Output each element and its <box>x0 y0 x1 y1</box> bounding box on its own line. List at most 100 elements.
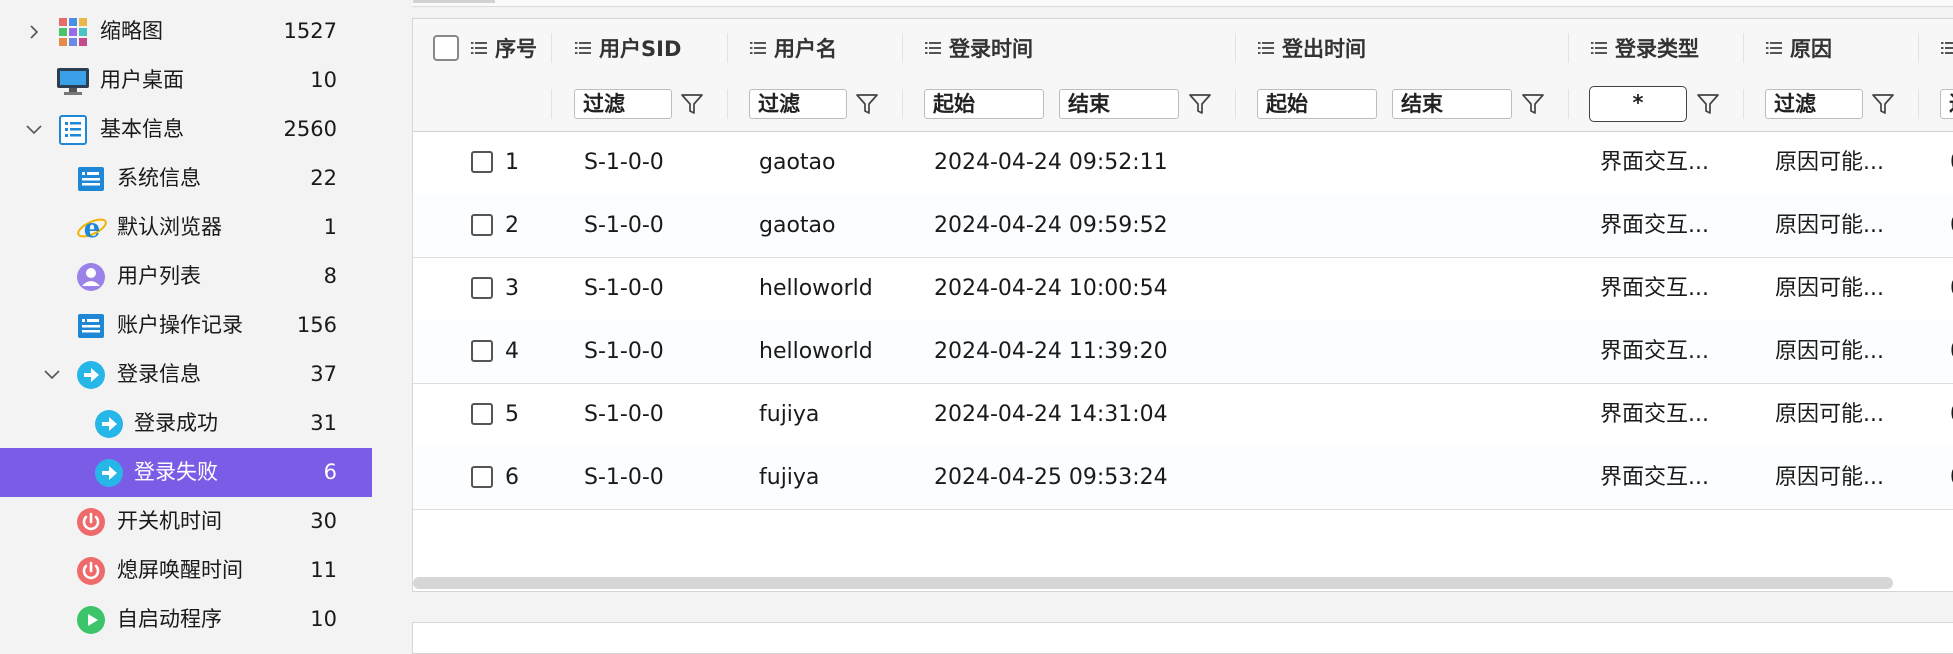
filter-funnel-icon[interactable] <box>855 92 879 116</box>
column-divider[interactable] <box>1918 33 1919 63</box>
tree-item-count: 156 <box>296 313 337 337</box>
tree-item-count: 8 <box>323 264 337 288</box>
power-icon <box>76 556 106 586</box>
tree-item-label: 登录信息 <box>117 362 201 386</box>
tree-item-label: 熄屏唤醒时间 <box>117 558 243 582</box>
tree-item-login-info[interactable]: 登录信息 37 <box>0 350 372 399</box>
table-row[interactable]: 3 S-1-0-0 helloworld 2024-04-24 10:00:54… <box>413 257 1953 321</box>
top-panel-tab[interactable] <box>413 0 495 3</box>
row-checkbox[interactable] <box>471 466 493 488</box>
column-label: 序号 <box>495 37 537 61</box>
tree-item-system-info[interactable]: 系统信息 22 <box>0 154 372 203</box>
column-divider[interactable] <box>551 33 552 63</box>
tree-item-basic-info[interactable]: 基本信息 2560 <box>0 105 372 154</box>
table-row[interactable]: 6 S-1-0-0 fujiya 2024-04-25 09:53:24 界面交… <box>413 446 1953 510</box>
tree-item-thumbnails[interactable]: 缩略图 1527 <box>0 7 372 56</box>
row-checkbox[interactable] <box>471 403 493 425</box>
column-header-login-type[interactable]: 登录类型 <box>1591 19 1699 77</box>
row-checkbox[interactable] <box>471 340 493 362</box>
column-menu-icon[interactable] <box>1591 41 1607 55</box>
cell-username: fujiya <box>759 465 820 490</box>
column-divider[interactable] <box>727 33 728 63</box>
login-records-table: 序号 用户SID 用户名 登录时间 登出时间 登录类型 原因 过滤 过滤 起始 … <box>412 18 1953 592</box>
cell-login-time: 2024-04-24 11:39:20 <box>934 339 1168 364</box>
tree-item-screen-wake[interactable]: 熄屏唤醒时间 11 <box>0 546 372 595</box>
cell-sid: S-1-0-0 <box>584 402 664 427</box>
cell-index: 3 <box>505 276 519 301</box>
table-row[interactable]: 5 S-1-0-0 fujiya 2024-04-24 14:31:04 界面交… <box>413 383 1953 447</box>
tree-item-label: 登录成功 <box>134 411 218 435</box>
column-divider[interactable] <box>902 33 903 63</box>
select-all-checkbox[interactable] <box>433 35 459 61</box>
login-end-input[interactable]: 结束 <box>1059 89 1179 119</box>
column-menu-icon[interactable] <box>925 41 941 55</box>
column-header-next[interactable] <box>1941 19 1953 77</box>
column-divider[interactable] <box>1743 33 1744 63</box>
tree-item-login-success[interactable]: 登录成功 31 <box>0 399 372 448</box>
cell-login-type: 界面交互... <box>1600 339 1709 364</box>
table-row[interactable]: 1 S-1-0-0 gaotao 2024-04-24 09:52:11 界面交… <box>413 131 1953 195</box>
cell-sid: S-1-0-0 <box>584 150 664 175</box>
column-header-sid[interactable]: 用户SID <box>575 19 681 77</box>
column-menu-icon[interactable] <box>1941 41 1953 55</box>
chevron-down-icon[interactable] <box>26 124 42 136</box>
table-row[interactable]: 4 S-1-0-0 helloworld 2024-04-24 11:39:20… <box>413 320 1953 384</box>
logout-end-input[interactable]: 结束 <box>1392 89 1512 119</box>
column-header-logout-time[interactable]: 登出时间 <box>1258 19 1366 77</box>
tree-item-user-desktop[interactable]: 用户桌面 10 <box>0 56 372 105</box>
column-menu-icon[interactable] <box>1766 41 1782 55</box>
table-row[interactable]: 2 S-1-0-0 gaotao 2024-04-24 09:59:52 界面交… <box>413 194 1953 258</box>
chevron-right-icon[interactable] <box>28 25 40 39</box>
cell-reason: 原因可能... <box>1775 465 1884 490</box>
filter-funnel-icon[interactable] <box>1188 92 1212 116</box>
cell-login-time: 2024-04-25 09:53:24 <box>934 465 1168 490</box>
column-label: 登录类型 <box>1615 37 1699 61</box>
column-header-login-time[interactable]: 登录时间 <box>925 19 1033 77</box>
sid-filter-input[interactable]: 过滤 <box>574 89 672 119</box>
tree-item-user-list[interactable]: 用户列表 8 <box>0 252 372 301</box>
filter-funnel-icon[interactable] <box>680 92 704 116</box>
column-header-index[interactable]: 序号 <box>471 19 537 77</box>
row-checkbox[interactable] <box>471 151 493 173</box>
login-type-filter-input[interactable]: * <box>1589 86 1687 122</box>
row-checkbox[interactable] <box>471 214 493 236</box>
filter-row: 过滤 过滤 起始 结束 起始 结束 * 过滤 过 <box>413 77 1953 132</box>
chevron-down-icon[interactable] <box>44 369 60 381</box>
column-divider <box>551 89 552 119</box>
column-menu-icon[interactable] <box>750 41 766 55</box>
column-menu-icon[interactable] <box>1258 41 1274 55</box>
cell-index: 6 <box>505 465 519 490</box>
bottom-panel-edge <box>412 622 1953 654</box>
horizontal-scrollbar[interactable] <box>413 577 1893 589</box>
tree-item-count: 2560 <box>283 117 337 141</box>
next-filter-input[interactable]: 过 <box>1940 89 1953 119</box>
tree-item-default-browser[interactable]: e 默认浏览器 1 <box>0 203 372 252</box>
tree-item-account-record[interactable]: 账户操作记录 156 <box>0 301 372 350</box>
cell-username: helloworld <box>759 339 873 364</box>
reason-filter-input[interactable]: 过滤 <box>1765 89 1863 119</box>
cell-sid: S-1-0-0 <box>584 276 664 301</box>
cell-sid: S-1-0-0 <box>584 465 664 490</box>
column-menu-icon[interactable] <box>471 41 487 55</box>
cell-login-type: 界面交互... <box>1600 276 1709 301</box>
column-divider <box>1918 89 1919 119</box>
column-divider[interactable] <box>1568 33 1569 63</box>
tree-item-autostart[interactable]: 自启动程序 10 <box>0 595 372 640</box>
filter-funnel-icon[interactable] <box>1696 92 1720 116</box>
login-start-input[interactable]: 起始 <box>924 89 1044 119</box>
tree-item-power-time[interactable]: 开关机时间 30 <box>0 497 372 546</box>
tree-item-login-failed[interactable]: 登录失败 6 <box>0 448 372 497</box>
tree-item-label: 默认浏览器 <box>117 215 222 239</box>
column-divider[interactable] <box>1235 33 1236 63</box>
play-icon <box>76 605 106 635</box>
logout-start-input[interactable]: 起始 <box>1257 89 1377 119</box>
tree-item-count: 1527 <box>283 19 337 43</box>
username-filter-input[interactable]: 过滤 <box>749 89 847 119</box>
column-header-username[interactable]: 用户名 <box>750 19 837 77</box>
tree-item-label: 缩略图 <box>100 19 163 43</box>
filter-funnel-icon[interactable] <box>1871 92 1895 116</box>
row-checkbox[interactable] <box>471 277 493 299</box>
filter-funnel-icon[interactable] <box>1521 92 1545 116</box>
column-menu-icon[interactable] <box>575 41 591 55</box>
column-header-reason[interactable]: 原因 <box>1766 19 1832 77</box>
